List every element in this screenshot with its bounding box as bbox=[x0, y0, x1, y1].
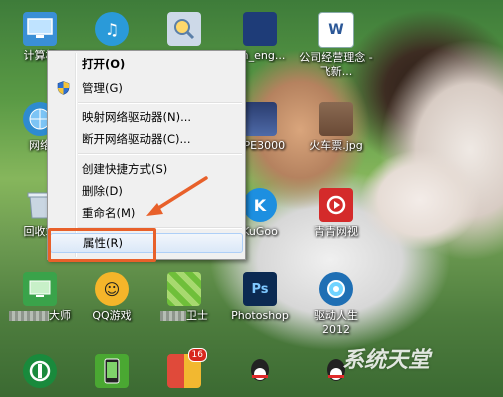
desktop[interactable]: 计算机 网络 回收站 大师 ♫ ☺ QQ游戏 卫士 16 hn_eng... O… bbox=[0, 0, 503, 397]
annotation-arrow-icon bbox=[146, 176, 208, 216]
